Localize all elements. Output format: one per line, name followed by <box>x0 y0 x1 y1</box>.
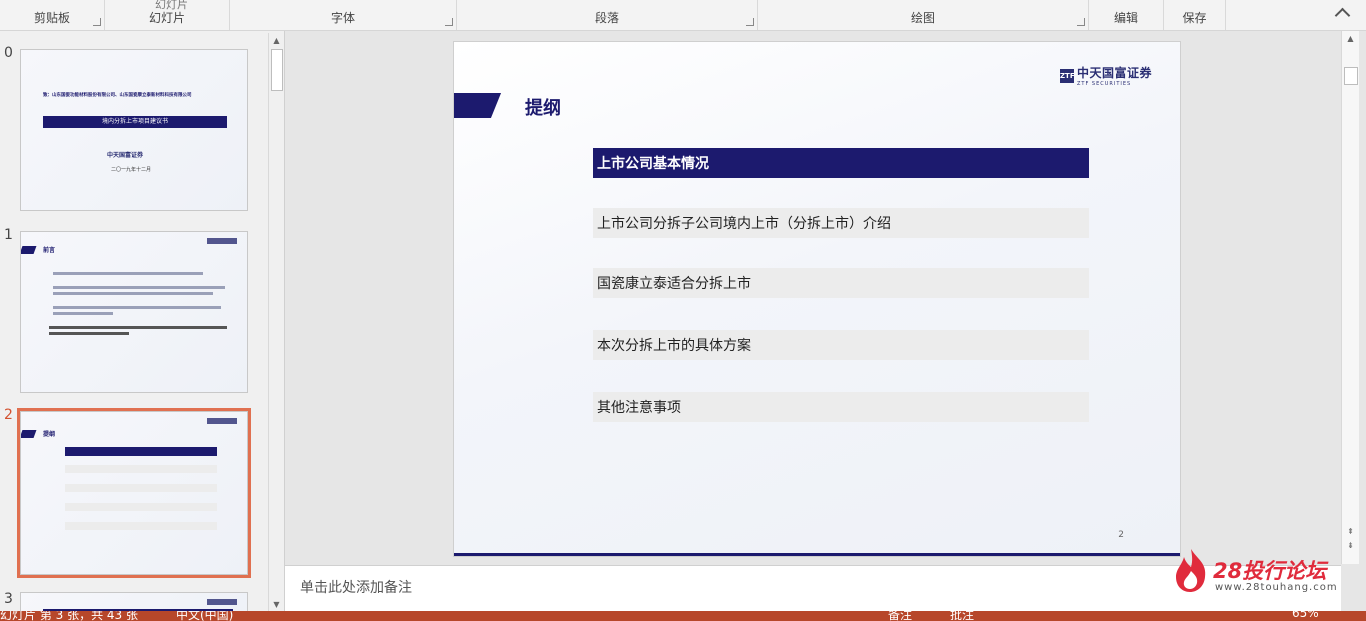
ribbon-group-slides[interactable]: 幻灯片 幻灯片 <box>105 0 230 30</box>
company-logo: ZTF 中天国富证券 ZTF SECURITIES <box>1059 64 1152 87</box>
thumbnail-toc-row <box>65 503 217 511</box>
thumbnail-toc-row <box>65 522 217 530</box>
thumbnail-company-logo: 中天国富证券 <box>107 152 144 159</box>
ribbon-group-label: 绘图 <box>910 11 935 25</box>
slide-editor: ZTF 中天国富证券 ZTF SECURITIES 提纲 上市公司基本情况 上市… <box>285 31 1341 564</box>
ribbon-group-paragraph[interactable]: 段落 <box>457 0 758 30</box>
watermark-text: 28投行论坛 <box>1213 559 1327 583</box>
thumbnail-toc-row <box>65 484 217 492</box>
ribbon-group-label: 字体 <box>330 11 355 25</box>
editor-scrollbar[interactable]: ▲ ⇞ ⇟ <box>1341 31 1359 564</box>
ribbon-group-label: 编辑 <box>1113 11 1138 25</box>
scroll-up-icon[interactable]: ▲ <box>1342 31 1359 45</box>
logo-english: ZTF SECURITIES <box>1076 81 1132 87</box>
thumbnail-title-slash <box>21 430 37 438</box>
thumbnail-logo <box>207 238 237 244</box>
dialog-launcher-icon[interactable] <box>445 18 453 26</box>
toc-item[interactable]: 本次分拆上市的具体方案 <box>593 330 1089 360</box>
ribbon-group-label: 剪贴板 <box>33 11 70 25</box>
thumbnail-text-line <box>49 326 227 329</box>
thumbnail-date: 二〇一九年十二月 <box>111 167 152 173</box>
thumbnail-title: 提纲 <box>43 431 56 438</box>
ribbon-group-label: 幻灯片 <box>148 11 185 25</box>
slide-canvas[interactable]: ZTF 中天国富证券 ZTF SECURITIES 提纲 上市公司基本情况 上市… <box>453 41 1181 557</box>
thumbnail-title-slash <box>21 246 37 254</box>
slide-number: 0 <box>4 45 13 61</box>
thumbnail-logo <box>207 599 237 605</box>
thumbnail-title-line: 致：山东国瓷功能材料股份有限公司、山东国瓷康立泰新材料科技有限公司 <box>43 93 192 98</box>
ribbon-group-drawing[interactable]: 绘图 <box>758 0 1089 30</box>
toc-item[interactable]: 国瓷康立泰适合分拆上市 <box>593 268 1089 298</box>
ribbon-group-editing[interactable]: 编辑 <box>1089 0 1164 30</box>
flame-logo-icon <box>1176 549 1206 592</box>
thumbnail-text-line <box>49 332 129 335</box>
slide-thumbnail[interactable]: 前言 <box>20 231 248 393</box>
ribbon: 剪贴板 幻灯片 幻灯片 字体 段落 绘图 编辑 保存 <box>0 0 1366 31</box>
ribbon-group-font[interactable]: 字体 <box>230 0 457 30</box>
dialog-launcher-icon[interactable] <box>1077 18 1085 26</box>
thumbnail-text-line <box>53 312 113 315</box>
scroll-up-icon[interactable]: ▲ <box>269 33 284 47</box>
toc-heading[interactable]: 上市公司基本情况 <box>593 148 1089 178</box>
thumbnail-text-line <box>53 272 203 275</box>
notes-placeholder[interactable]: 单击此处添加备注 <box>300 577 412 597</box>
ribbon-group-save[interactable]: 保存 <box>1164 0 1226 30</box>
notes-toggle-button[interactable]: 备注 <box>888 611 912 621</box>
ribbon-group-clipboard[interactable]: 剪贴板 <box>0 0 105 30</box>
scroll-down-icon[interactable]: ▼ <box>269 597 284 611</box>
forum-watermark: 28投行论坛 www.28touhang.com <box>1173 545 1343 597</box>
thumbnail-text-line <box>53 292 213 295</box>
dialog-launcher-icon[interactable] <box>746 18 754 26</box>
thumbnail-text-line <box>53 306 221 309</box>
ribbon-group-label: 段落 <box>594 11 619 25</box>
collapse-ribbon-icon[interactable] <box>1334 7 1351 24</box>
toc-item[interactable]: 上市公司分拆子公司境内上市（分拆上市）介绍 <box>593 208 1089 238</box>
watermark-url: www.28touhang.com <box>1215 582 1338 593</box>
title-slash-decoration <box>454 93 502 118</box>
toc-item[interactable]: 其他注意事项 <box>593 392 1089 422</box>
ribbon-group-label: 保存 <box>1182 11 1207 25</box>
thumbnail-title: 前言 <box>43 247 56 254</box>
logo-mark-icon: ZTF <box>1059 68 1075 83</box>
slide-thumbnail-pane: 0 致：山东国瓷功能材料股份有限公司、山东国瓷康立泰新材料科技有限公司 境内分拆… <box>0 31 285 611</box>
slide-number: 1 <box>4 227 13 243</box>
slide-thumbnail[interactable]: 致：山东国瓷功能材料股份有限公司、山东国瓷康立泰新材料科技有限公司 境内分拆上市… <box>20 49 248 211</box>
slide-thumbnail[interactable] <box>20 592 248 611</box>
thumbnail-text-line <box>53 286 225 289</box>
language-status[interactable]: 中文(中国) <box>176 611 233 621</box>
slide-title[interactable]: 提纲 <box>525 94 561 120</box>
slide-page-number: 2 <box>1118 530 1124 540</box>
slide-number: 2 <box>4 407 13 423</box>
slide-number: 3 <box>4 591 13 607</box>
zoom-level[interactable]: 65% <box>1292 611 1319 620</box>
thumbnail-toc-head <box>65 447 217 456</box>
dialog-launcher-icon[interactable] <box>93 18 101 26</box>
scrollbar-thumb[interactable] <box>1344 67 1358 85</box>
previous-slide-icon[interactable]: ⇞ <box>1342 524 1359 538</box>
thumbnail-logo <box>207 418 237 424</box>
thumbnail-scrollbar[interactable]: ▲ ▼ <box>268 33 284 611</box>
slide-count-status: 幻灯片 第 3 张，共 43 张 <box>0 611 138 621</box>
scrollbar-thumb[interactable] <box>271 49 283 91</box>
logo-name: 中天国富证券 <box>1076 66 1152 80</box>
comments-toggle-button[interactable]: 批注 <box>950 611 974 621</box>
slide-thumbnail-selected[interactable]: 提纲 <box>17 408 251 578</box>
thumbnail-banner: 境内分拆上市项目建议书 <box>43 116 227 128</box>
status-bar: 幻灯片 第 3 张，共 43 张 中文(中国) 备注 批注 65% <box>0 611 1366 621</box>
bottom-rule <box>454 553 1180 556</box>
thumbnail-toc-row <box>65 465 217 473</box>
next-slide-icon[interactable]: ⇟ <box>1342 538 1359 552</box>
